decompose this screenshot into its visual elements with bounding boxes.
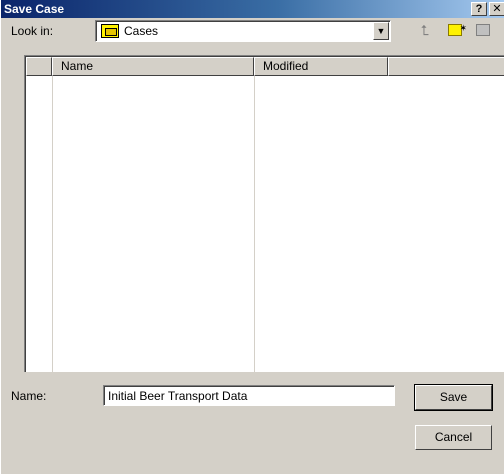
close-button[interactable]: ✕: [489, 2, 504, 16]
folder-icon: [101, 24, 119, 38]
save-case-dialog: Save Case ? ✕ Look in: Cases ▼ ⮤ Name Mo…: [0, 0, 504, 474]
column-divider: [254, 76, 255, 372]
look-in-label: Look in:: [11, 24, 54, 38]
dialog-title: Save Case: [4, 2, 65, 16]
title-bar: Save Case ? ✕: [1, 0, 504, 18]
column-header-extra[interactable]: [388, 57, 504, 76]
chevron-down-icon[interactable]: ▼: [373, 22, 389, 40]
column-header-blank[interactable]: [26, 57, 52, 76]
column-header-name[interactable]: Name: [52, 57, 254, 76]
file-list-header: Name Modified: [26, 57, 504, 76]
file-list[interactable]: Name Modified: [24, 55, 504, 372]
help-button[interactable]: ?: [471, 2, 487, 16]
name-input[interactable]: [103, 385, 395, 406]
cancel-button[interactable]: Cancel: [415, 425, 492, 450]
name-label: Name:: [11, 389, 47, 403]
new-folder-icon[interactable]: [443, 18, 467, 42]
column-header-modified[interactable]: Modified: [254, 57, 388, 76]
look-in-combobox[interactable]: Cases ▼: [95, 20, 391, 42]
save-button[interactable]: Save: [414, 384, 493, 411]
column-divider: [52, 76, 53, 372]
look-in-value: Cases: [124, 24, 159, 38]
up-folder-icon[interactable]: ⮤: [413, 20, 437, 42]
view-menu-icon[interactable]: [471, 20, 495, 42]
